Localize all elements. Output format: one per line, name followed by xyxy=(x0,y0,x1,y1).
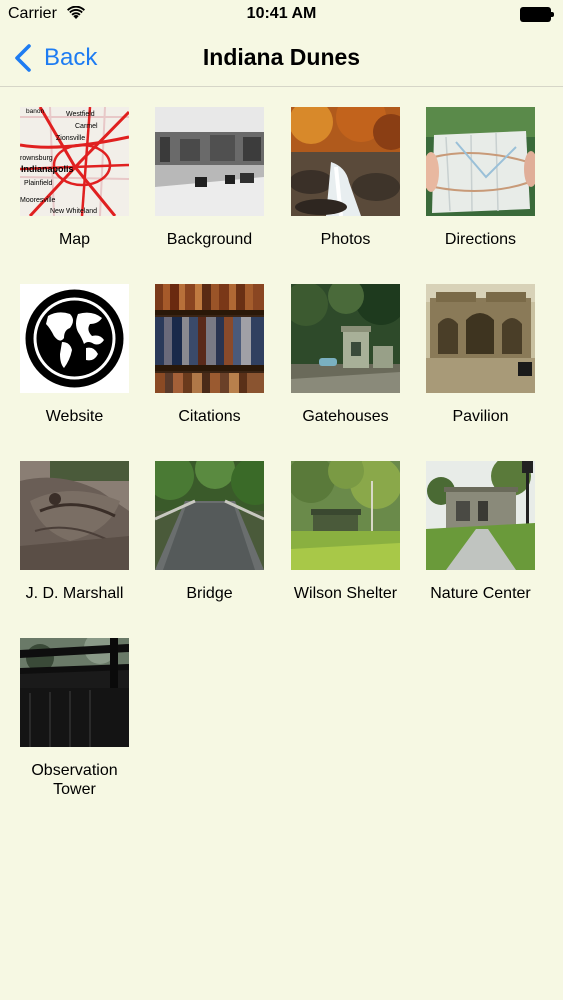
tile-map[interactable]: banon Westfield Carmel Zionsville rownsb… xyxy=(7,107,142,249)
map-label-carmel: Carmel xyxy=(75,123,98,130)
map-label-indianapolis: Indianapolis xyxy=(21,164,74,174)
navigation-bar: Back Indiana Dunes xyxy=(0,30,563,87)
tile-label: Observation Tower xyxy=(31,762,118,798)
tile-label: Nature Center xyxy=(430,585,531,602)
tile-label: Background xyxy=(166,231,253,248)
tile-label: Photos xyxy=(320,231,371,248)
tile-label: Pavilion xyxy=(452,408,509,425)
historic-street-photo xyxy=(155,107,264,216)
tile-bridge[interactable]: Bridge xyxy=(142,461,277,603)
map-label-mooresville: Mooresville xyxy=(20,197,56,204)
status-time: 10:41 AM xyxy=(246,5,317,22)
nature-center-photo xyxy=(426,461,535,570)
tile-label: Gatehouses xyxy=(302,408,389,425)
tile-directions[interactable]: Directions xyxy=(413,107,548,249)
bridge-photo xyxy=(155,461,264,570)
shelter-photo xyxy=(291,461,400,570)
tile-gatehouses[interactable]: Gatehouses xyxy=(278,284,413,426)
tile-jd-marshall[interactable]: J. D. Marshall xyxy=(7,461,142,603)
gatehouse-photo xyxy=(291,284,400,393)
map-label-zionsville: Zionsville xyxy=(56,135,85,142)
pavilion-photo xyxy=(426,284,535,393)
boat-wreck-photo xyxy=(20,461,129,570)
waterfall-photo xyxy=(291,107,400,216)
tile-observation-tower[interactable]: Observation Tower xyxy=(7,638,142,799)
map-label-new-whiteland: New Whiteland xyxy=(50,208,97,215)
tile-citations[interactable]: Citations xyxy=(142,284,277,426)
tile-photos[interactable]: Photos xyxy=(278,107,413,249)
battery-icon xyxy=(520,7,554,22)
globe-icon xyxy=(20,284,129,393)
tile-label: Bridge xyxy=(186,585,233,602)
map-thumbnail: banon Westfield Carmel Zionsville rownsb… xyxy=(20,107,129,216)
tile-label: Citations xyxy=(178,408,241,425)
tile-label: Directions xyxy=(444,231,517,248)
bookshelf-photo xyxy=(155,284,264,393)
tile-label: Wilson Shelter xyxy=(293,585,398,602)
tile-label: J. D. Marshall xyxy=(25,585,124,602)
map-label-banon: banon xyxy=(26,108,44,115)
tile-website[interactable]: Website xyxy=(7,284,142,426)
tile-nature-center[interactable]: Nature Center xyxy=(413,461,548,603)
tower-photo xyxy=(20,638,129,747)
status-bar: Carrier 10:41 AM xyxy=(0,0,563,30)
map-label-rownsburg: rownsburg xyxy=(20,155,53,162)
tile-wilson-shelter[interactable]: Wilson Shelter xyxy=(278,461,413,603)
paper-map-photo xyxy=(426,107,535,216)
tile-label: Map xyxy=(58,231,91,248)
tile-label: Website xyxy=(45,408,104,425)
tile-background[interactable]: Background xyxy=(142,107,277,249)
page-title: Indiana Dunes xyxy=(202,44,361,70)
tile-pavilion[interactable]: Pavilion xyxy=(413,284,548,426)
map-label-plainfield: Plainfield xyxy=(24,180,53,187)
map-label-westfield: Westfield xyxy=(66,111,95,118)
